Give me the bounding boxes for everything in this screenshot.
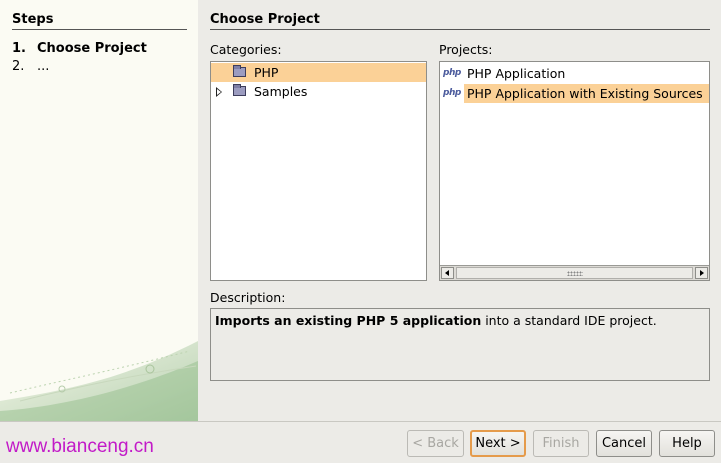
horizontal-scrollbar[interactable]	[440, 265, 709, 280]
steps-title: Steps	[12, 12, 187, 30]
scrollbar-thumb[interactable]	[456, 267, 693, 279]
scroll-right-icon[interactable]	[695, 267, 708, 279]
steps-panel: Steps 1. Choose Project 2....	[0, 0, 198, 421]
back-button[interactable]: < Back	[407, 430, 464, 457]
description-label: Description:	[210, 290, 285, 305]
folder-icon	[233, 84, 246, 96]
list-item-php-application[interactable]: php PHP Application	[440, 64, 709, 83]
categories-tree[interactable]: PHP Samples	[210, 61, 427, 281]
description-label-text: Description:	[210, 290, 286, 305]
list-item-label: PHP Application with Existing Sources	[467, 86, 703, 101]
step-number: 2.	[12, 59, 25, 74]
step-label: Choose Project	[37, 41, 147, 56]
watermark-text: www.bianceng.cn	[6, 436, 154, 457]
folder-icon	[233, 65, 246, 77]
description-box: Imports an existing PHP 5 application in…	[210, 308, 710, 381]
projects-label: Projects:	[439, 42, 493, 57]
cancel-button[interactable]: Cancel	[596, 430, 652, 457]
tree-item-php[interactable]: PHP	[211, 63, 426, 82]
finish-button[interactable]: Finish	[533, 430, 589, 457]
projects-label-text: Projects:	[439, 42, 493, 57]
description-text: into a standard IDE project.	[481, 313, 657, 328]
list-item-label: PHP Application	[467, 66, 566, 81]
tree-item-label: Samples	[254, 84, 308, 99]
step-label: ...	[37, 59, 50, 74]
page-title: Choose Project	[210, 12, 710, 30]
step-choose-project: 1. Choose Project	[12, 41, 147, 56]
grip-icon	[566, 271, 583, 276]
php-icon: php	[443, 88, 461, 98]
categories-label-text: Categories:	[210, 42, 282, 57]
projects-list[interactable]: php PHP Application php PHP Application …	[439, 61, 710, 281]
tree-item-samples[interactable]: Samples	[211, 82, 426, 101]
list-item-php-existing-sources[interactable]: php PHP Application with Existing Source…	[440, 84, 709, 103]
bottom-separator	[0, 421, 721, 422]
categories-label: Categories:	[210, 42, 282, 57]
step-number: 1.	[12, 41, 26, 56]
help-button[interactable]: Help	[659, 430, 715, 457]
description-bold-text: Imports an existing PHP 5 application	[215, 313, 482, 328]
tree-item-label: PHP	[254, 65, 279, 80]
decorative-swirl-graphic	[0, 341, 198, 421]
step-next: 2....	[12, 59, 49, 74]
expand-arrow-icon[interactable]	[216, 87, 222, 97]
next-button[interactable]: Next >	[470, 430, 526, 457]
scroll-left-icon[interactable]	[441, 267, 454, 279]
php-icon: php	[443, 68, 461, 78]
